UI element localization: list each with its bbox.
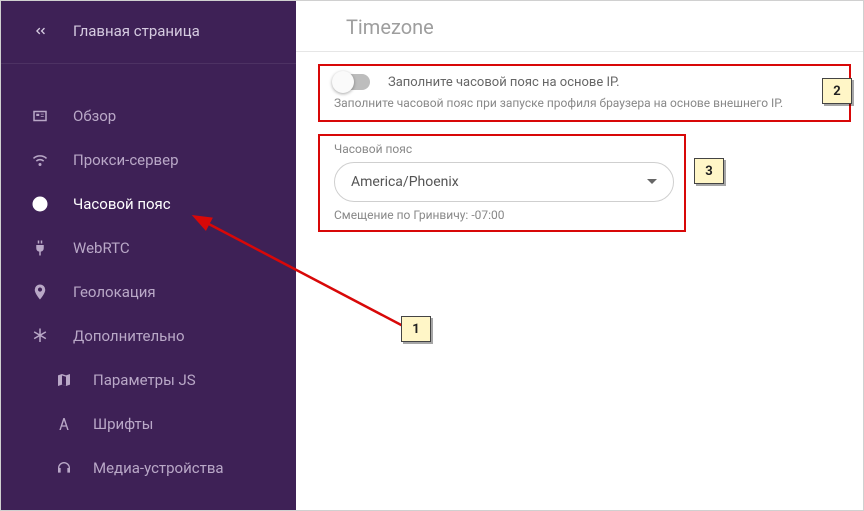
- sidebar-item-label: Обзор: [73, 107, 116, 125]
- sidebar-home-label: Главная страница: [73, 22, 200, 40]
- sidebar-subitem-label: Параметры JS: [93, 371, 196, 389]
- sidebar-subitem-fonts[interactable]: Шрифты: [1, 402, 296, 446]
- clock-icon: [29, 193, 51, 215]
- timezone-field-label: Часовой пояс: [334, 142, 670, 156]
- sidebar-subitem-label: Медиа-устройства: [93, 459, 224, 477]
- asterisk-icon: [29, 325, 51, 347]
- chevron-down-icon: [647, 179, 657, 184]
- sidebar-separator: [1, 63, 296, 64]
- font-icon: [53, 413, 75, 435]
- page-title: Timezone: [296, 1, 863, 52]
- sidebar-item-proxy[interactable]: Прокси-сервер: [1, 138, 296, 182]
- chevron-double-left-icon: [29, 20, 51, 42]
- sidebar-item-webrtc[interactable]: WebRTC: [1, 226, 296, 270]
- plug-icon: [29, 237, 51, 259]
- sidebar-item-advanced[interactable]: Дополнительно: [1, 314, 296, 358]
- sidebar-subitem-media[interactable]: Медиа-устройства: [1, 446, 296, 490]
- sidebar-subitem-label: Шрифты: [93, 415, 153, 433]
- sidebar-item-overview[interactable]: Обзор: [1, 94, 296, 138]
- timezone-select-panel: Часовой пояс America/Phoenix Смещение по…: [318, 134, 686, 232]
- headphones-icon: [53, 457, 75, 479]
- timezone-select[interactable]: America/Phoenix: [334, 162, 674, 202]
- sidebar-home[interactable]: Главная страница: [1, 9, 296, 53]
- fill-by-ip-panel: Заполните часовой пояс на основе IP. Зап…: [318, 64, 851, 122]
- map-icon: [53, 369, 75, 391]
- sidebar-item-label: Дополнительно: [73, 327, 185, 345]
- wifi-icon: [29, 149, 51, 171]
- sidebar-item-timezone[interactable]: Часовой пояс: [1, 182, 296, 226]
- sidebar-item-label: WebRTC: [73, 239, 130, 257]
- toggle-knob: [332, 71, 354, 93]
- sidebar-item-geolocation[interactable]: Геолокация: [1, 270, 296, 314]
- annotation-callout-3: 3: [694, 158, 724, 184]
- sidebar-item-label: Геолокация: [73, 283, 156, 301]
- sidebar-subitem-jsparams[interactable]: Параметры JS: [1, 358, 296, 402]
- sidebar-item-label: Прокси-сервер: [73, 151, 179, 169]
- id-card-icon: [29, 105, 51, 127]
- annotation-callout-1: 1: [401, 316, 431, 342]
- fill-by-ip-toggle-label: Заполните часовой пояс на основе IP.: [388, 75, 620, 90]
- fill-by-ip-description: Заполните часовой пояс при запуске профи…: [334, 96, 835, 112]
- main-panel: Timezone Заполните часовой пояс на основ…: [296, 1, 863, 510]
- timezone-offset: Смещение по Гринвичу: -07:00: [334, 208, 670, 222]
- sidebar-item-label: Часовой пояс: [73, 195, 171, 213]
- annotation-callout-2: 2: [822, 78, 852, 104]
- sidebar: Главная страница Обзор Прокси-сервер Час…: [1, 1, 296, 510]
- fill-by-ip-toggle[interactable]: [334, 74, 370, 90]
- location-pin-icon: [29, 281, 51, 303]
- timezone-select-value: America/Phoenix: [351, 174, 459, 190]
